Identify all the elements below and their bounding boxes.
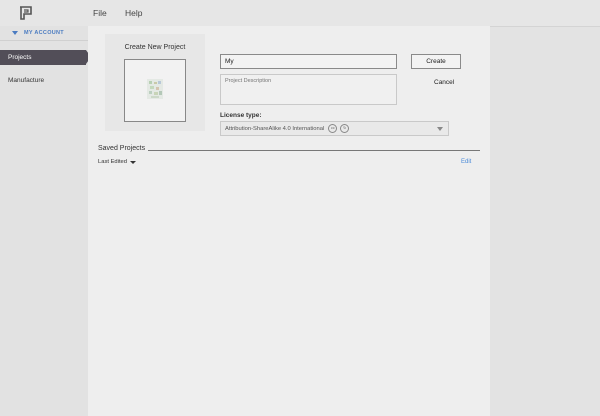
sidebar: MY ACCOUNT Projects Manufacture — [0, 26, 91, 416]
project-thumbnail-image — [147, 79, 163, 99]
cancel-button[interactable]: Cancel — [434, 79, 454, 86]
sort-dropdown[interactable]: Last Edited — [98, 159, 137, 165]
edit-link[interactable]: Edit — [461, 159, 471, 165]
sort-label: Last Edited — [98, 159, 128, 165]
create-project-card: Create New Project — [105, 34, 205, 131]
chevron-down-icon — [12, 31, 18, 35]
project-thumbnail-upload[interactable] — [124, 59, 186, 122]
my-account-toggle[interactable]: MY ACCOUNT — [0, 26, 88, 40]
project-description-input[interactable] — [220, 74, 397, 105]
dropdown-arrow-icon — [437, 127, 443, 131]
menu-file[interactable]: File — [93, 8, 107, 18]
create-project-title: Create New Project — [124, 44, 186, 51]
project-name-input[interactable] — [220, 54, 397, 69]
sidebar-item-manufacture[interactable]: Manufacture — [8, 77, 44, 84]
license-type-select[interactable]: Attribution-ShareAlike 4.0 International… — [220, 121, 449, 136]
app-logo-icon[interactable] — [18, 5, 34, 21]
sidebar-item-projects[interactable]: Projects — [0, 50, 91, 65]
divider — [148, 150, 480, 151]
license-selected-value: Attribution-ShareAlike 4.0 International — [225, 125, 325, 132]
my-account-label: MY ACCOUNT — [24, 30, 64, 36]
license-type-label: License type: — [220, 112, 262, 119]
saved-projects-title: Saved Projects — [98, 145, 146, 152]
caret-down-icon — [130, 160, 137, 164]
cc-sa-icon: ↻ — [340, 124, 350, 133]
divider — [0, 40, 88, 41]
main-panel: Create New Project Create Cancel License… — [88, 26, 490, 416]
cc-by-icon: cc — [328, 124, 338, 133]
create-button[interactable]: Create — [411, 54, 461, 69]
menu-help[interactable]: Help — [125, 8, 142, 18]
top-bar: File Help — [0, 0, 600, 27]
